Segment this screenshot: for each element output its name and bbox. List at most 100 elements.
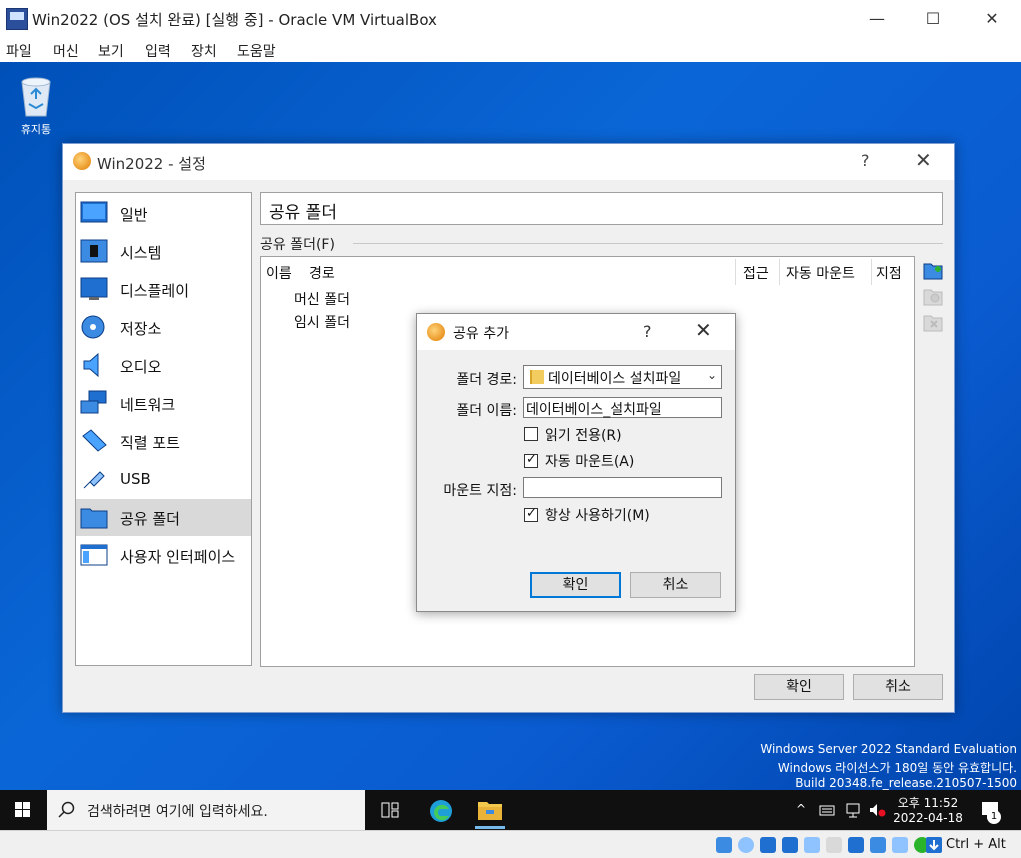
edit-share-icon[interactable]: [923, 286, 943, 306]
nav-item-system[interactable]: 시스템: [76, 233, 251, 270]
cpu-status-icon[interactable]: [892, 837, 908, 853]
readonly-checkbox[interactable]: [524, 427, 538, 441]
nav-label: 일반: [120, 206, 148, 224]
group-label: 공유 폴더(F): [260, 234, 341, 254]
menu-machine[interactable]: 머신: [53, 41, 79, 61]
add-share-titlebar: 공유 추가 ? ✕: [417, 314, 735, 350]
system-icon: [80, 239, 108, 263]
mount-point-field[interactable]: [523, 477, 722, 498]
close-button[interactable]: ✕: [969, 6, 1015, 32]
settings-help-button[interactable]: ?: [861, 151, 870, 170]
nav-label: 직렬 포트: [120, 434, 180, 452]
add-share-icon[interactable]: [923, 260, 943, 280]
column-header-access[interactable]: 접근: [743, 263, 769, 283]
column-header-automount[interactable]: 자동 마운트: [786, 263, 855, 283]
hard-disk-icon[interactable]: [716, 837, 732, 853]
menu-devices[interactable]: 장치: [191, 41, 217, 61]
settings-close-button[interactable]: ✕: [915, 148, 932, 172]
folder-path-label: 폴더 경로:: [456, 372, 517, 388]
watermark-line-3: Build 20348.fe_release.210507-1500: [795, 776, 1017, 790]
minimize-button[interactable]: —: [854, 6, 900, 32]
task-view-icon[interactable]: [380, 800, 400, 820]
notification-badge: 1: [987, 810, 1001, 824]
clock-time[interactable]: 오후 11:52: [888, 794, 968, 811]
column-header-mountpoint[interactable]: 지점: [876, 263, 902, 283]
virtualbox-app-icon: [6, 8, 28, 30]
menu-file[interactable]: 파일: [6, 41, 32, 61]
recycle-bin-icon[interactable]: [14, 72, 58, 118]
folder-name-label: 폴더 이름:: [456, 403, 517, 419]
menu-help[interactable]: 도움말: [237, 41, 276, 61]
nav-item-storage[interactable]: 저장소: [76, 309, 251, 346]
settings-gear-icon: [73, 152, 91, 170]
start-button[interactable]: [0, 790, 46, 830]
vbox-statusbar: Ctrl + Alt: [0, 830, 1021, 858]
show-hidden-icons[interactable]: ^: [796, 802, 806, 816]
readonly-label[interactable]: 읽기 전용(R): [545, 425, 622, 445]
column-header-name[interactable]: 이름: [266, 263, 292, 283]
arrow-down-icon[interactable]: [926, 837, 942, 853]
nav-item-serial-port[interactable]: 직렬 포트: [76, 423, 251, 460]
recycle-bin-label: 휴지통: [20, 123, 52, 136]
add-share-cancel-button[interactable]: 취소: [630, 572, 721, 598]
permanent-checkbox[interactable]: ✓: [524, 506, 538, 522]
maximize-button[interactable]: ☐: [910, 6, 956, 32]
folder-path-combo[interactable]: 데이터베이스 설치파일 ⌄: [523, 365, 722, 389]
automount-label[interactable]: 자동 마운트(A): [545, 451, 634, 471]
remove-share-icon[interactable]: [923, 312, 943, 332]
nav-label: 사용자 인터페이스: [120, 548, 236, 566]
menu-input[interactable]: 입력: [145, 41, 171, 61]
chevron-down-icon: ⌄: [707, 368, 718, 382]
settings-cancel-button[interactable]: 취소: [853, 674, 943, 700]
menu-view[interactable]: 보기: [98, 41, 124, 61]
search-placeholder: 검색하려면 여기에 입력하세요.: [87, 804, 268, 820]
volume-muted-icon[interactable]: [868, 802, 886, 818]
edge-icon[interactable]: [428, 798, 454, 824]
tree-item-machine-folders[interactable]: 머신 폴더: [294, 289, 350, 309]
watermark-line-2: Windows 라이선스가 180일 동안 유효합니다.: [777, 761, 1017, 775]
recording-status-icon[interactable]: [870, 837, 886, 853]
permanent-label[interactable]: 항상 사용하기(M): [545, 505, 650, 525]
search-icon: [58, 801, 75, 818]
clock-date[interactable]: 2022-04-18: [888, 811, 968, 825]
file-explorer-icon[interactable]: [477, 799, 503, 821]
display-status-icon[interactable]: [848, 837, 864, 853]
add-share-ok-button[interactable]: 확인: [530, 572, 621, 598]
add-share-title: 공유 추가: [453, 326, 509, 342]
usb-status-icon[interactable]: [804, 837, 820, 853]
folder-icon: [530, 370, 544, 384]
nav-item-user-interface[interactable]: 사용자 인터페이스: [76, 537, 251, 574]
nav-label: 저장소: [120, 320, 162, 338]
tree-item-transient-folders[interactable]: 임시 폴더: [294, 312, 350, 332]
add-share-close-button[interactable]: ✕: [695, 318, 712, 342]
user-interface-icon: [80, 544, 108, 566]
nav-item-audio[interactable]: 오디오: [76, 347, 251, 384]
optical-drive-icon[interactable]: [738, 837, 754, 853]
usb-icon: [83, 471, 105, 489]
network-adapter-icon[interactable]: [782, 837, 798, 853]
settings-ok-button[interactable]: 확인: [754, 674, 844, 700]
nav-item-display[interactable]: 디스플레이: [76, 271, 251, 308]
nav-label: 공유 폴더: [120, 510, 180, 528]
audio-status-icon[interactable]: [760, 837, 776, 853]
folder-name-field[interactable]: 데이터베이스_설치파일: [523, 397, 722, 418]
nav-item-general[interactable]: 일반: [76, 195, 251, 232]
keyboard-icon[interactable]: [818, 802, 836, 818]
shared-folders-status-icon[interactable]: [826, 837, 842, 853]
nav-item-usb[interactable]: USB: [76, 461, 251, 498]
nav-item-shared-folders[interactable]: 공유 폴더: [76, 499, 251, 536]
column-separator: [735, 259, 736, 285]
automount-checkbox[interactable]: ✓: [524, 452, 538, 468]
nav-label: 디스플레이: [120, 282, 190, 300]
add-share-help-button[interactable]: ?: [643, 322, 652, 341]
column-header-path[interactable]: 경로: [309, 263, 335, 283]
checkmark-icon: ✓: [526, 452, 537, 467]
host-key-label: Ctrl + Alt: [946, 837, 1006, 852]
settings-title: Win2022 - 설정: [97, 155, 206, 173]
taskbar: 검색하려면 여기에 입력하세요. ^ 오후 11:52 2022-04-18 1: [0, 790, 1021, 830]
network-status-icon[interactable]: [844, 802, 862, 818]
windows-logo-icon: [15, 802, 30, 817]
taskbar-search-box[interactable]: 검색하려면 여기에 입력하세요.: [47, 790, 365, 830]
nav-item-network[interactable]: 네트워크: [76, 385, 251, 422]
add-share-gear-icon: [427, 323, 445, 341]
